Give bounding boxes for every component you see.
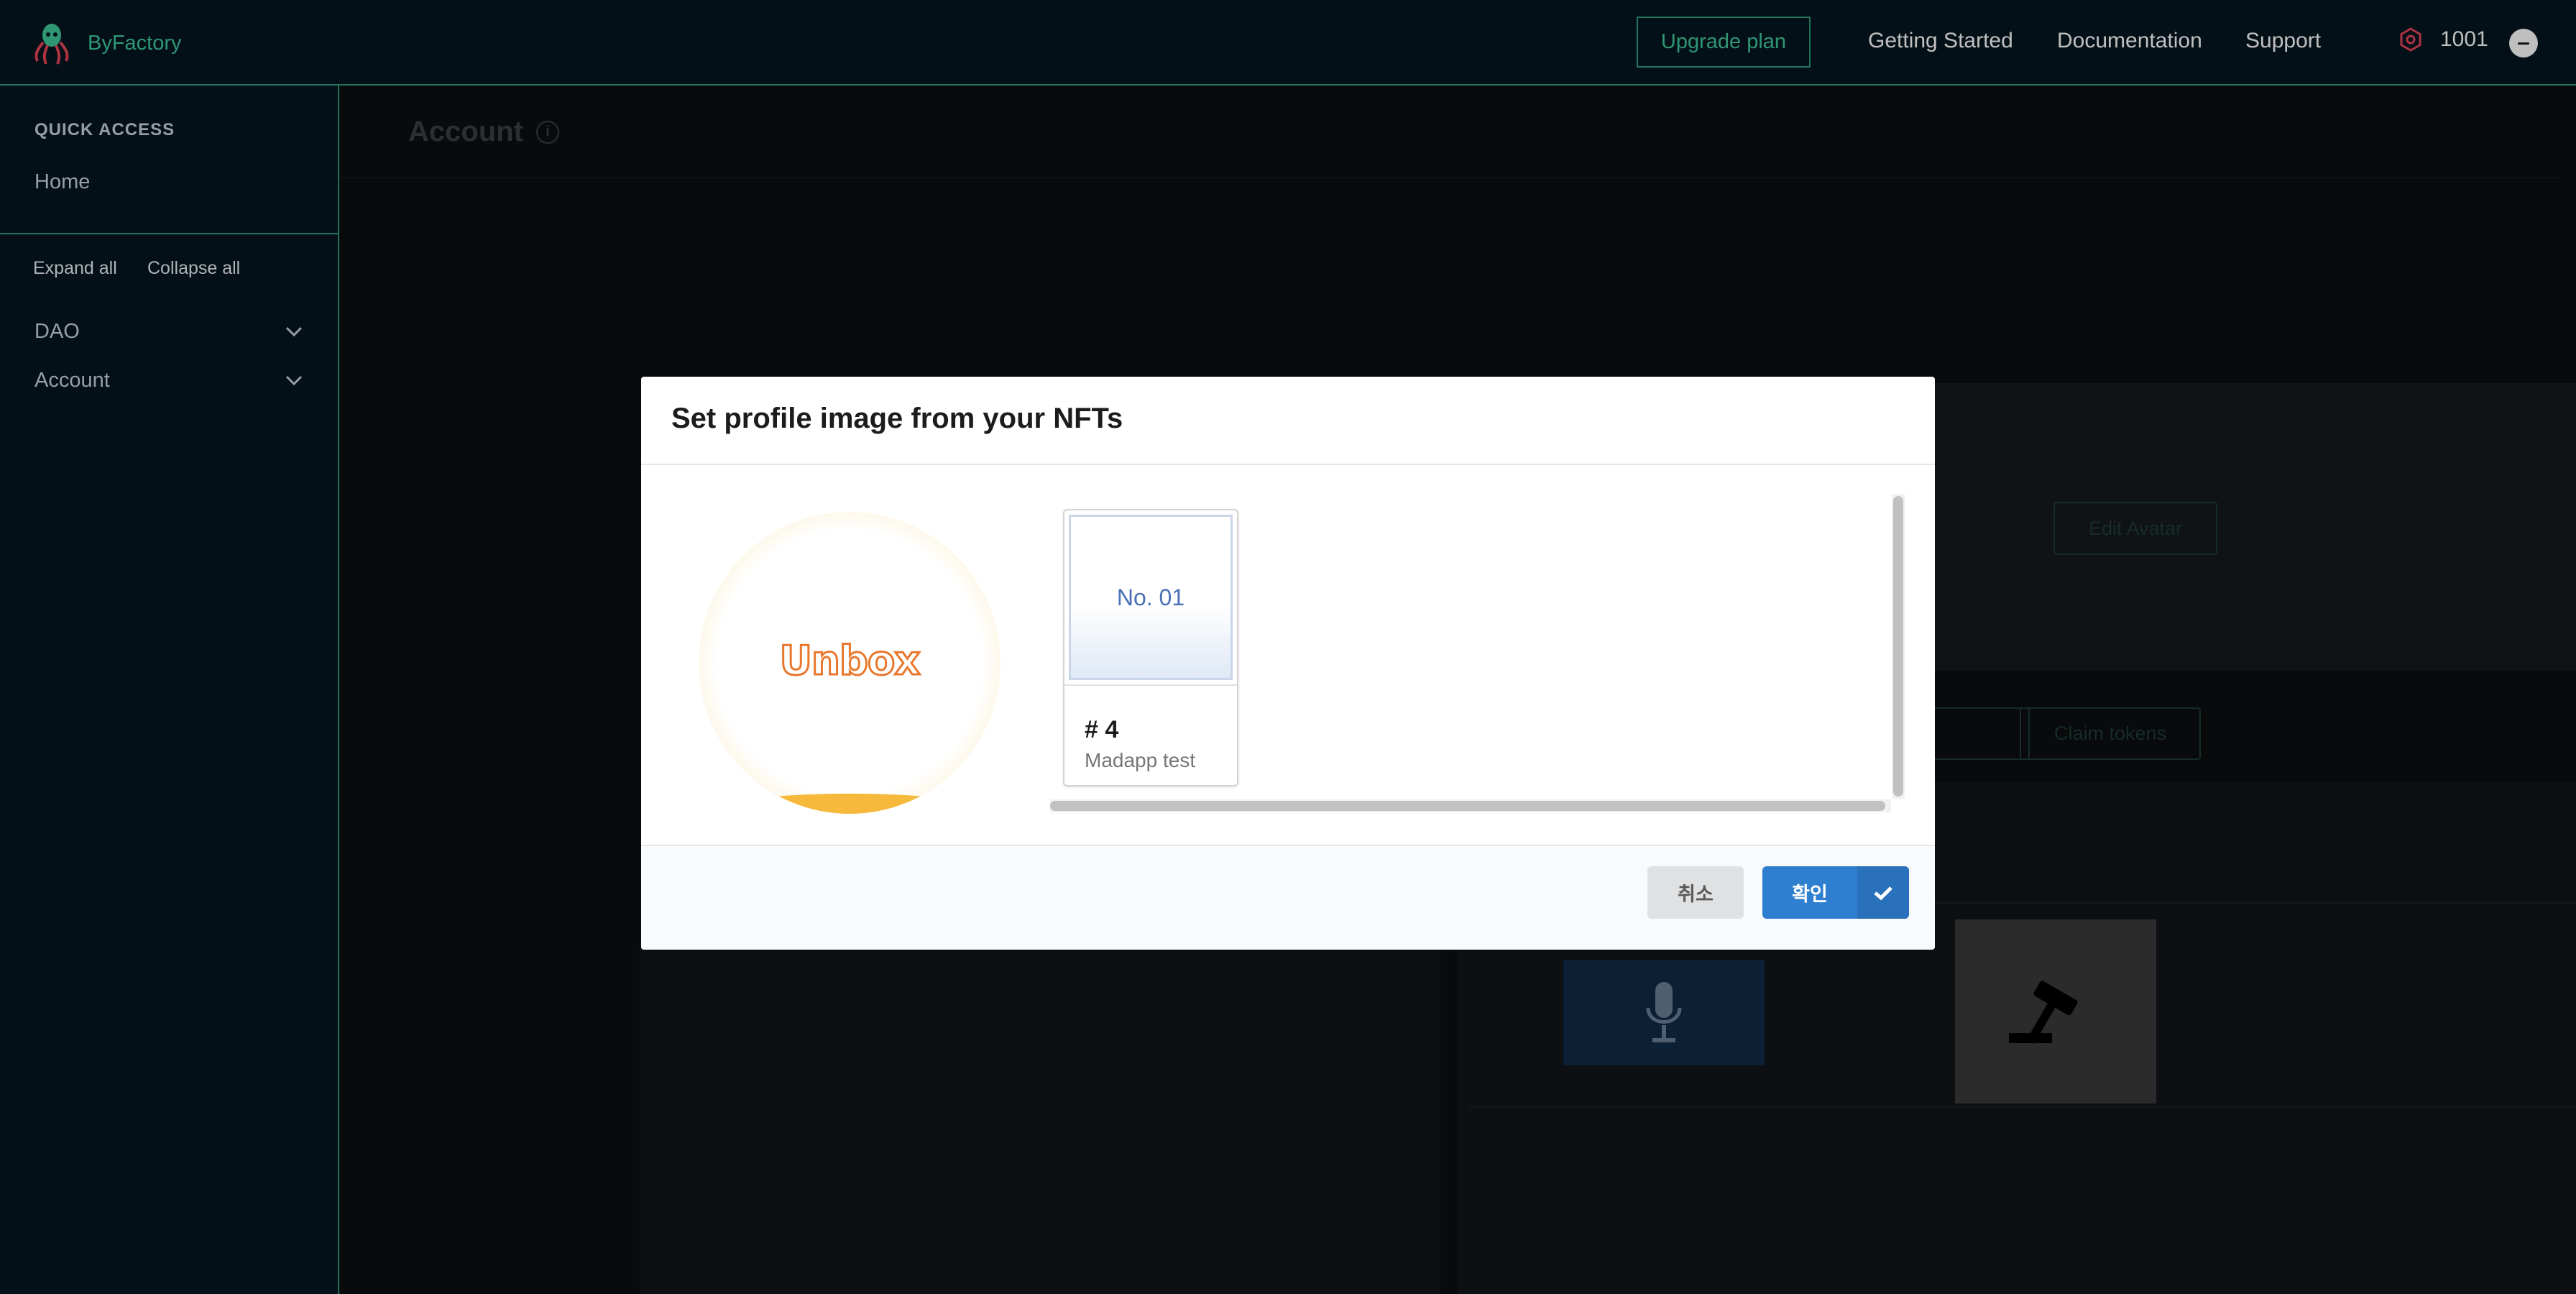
modal-footer: 취소 확인 (641, 845, 1935, 950)
confirm-label: 확인 (1792, 884, 1828, 906)
horizontal-scrollbar-thumb[interactable] (1050, 801, 1885, 811)
nft-card[interactable]: No. 01 # 4 Madapp test (1063, 509, 1238, 786)
nft-info: # 4 Madapp test (1064, 684, 1237, 785)
preview-text: Unbox (778, 637, 921, 686)
confirm-button[interactable]: 확인 (1762, 866, 1909, 919)
nft-thumbnail-label: No. 01 (1116, 584, 1185, 610)
nft-number: # 4 (1085, 716, 1119, 743)
modal-title: Set profile image from your NFTs (671, 403, 1123, 434)
nft-collection-name: Madapp test (1085, 749, 1196, 771)
modal-header: Set profile image from your NFTs (641, 377, 1935, 465)
vertical-scrollbar-thumb[interactable] (1893, 496, 1903, 797)
checkmark-icon (1857, 866, 1909, 919)
nft-thumbnail: No. 01 (1069, 515, 1233, 680)
cancel-button[interactable]: 취소 (1647, 866, 1744, 919)
profile-image-preview: Unbox (699, 512, 1000, 814)
